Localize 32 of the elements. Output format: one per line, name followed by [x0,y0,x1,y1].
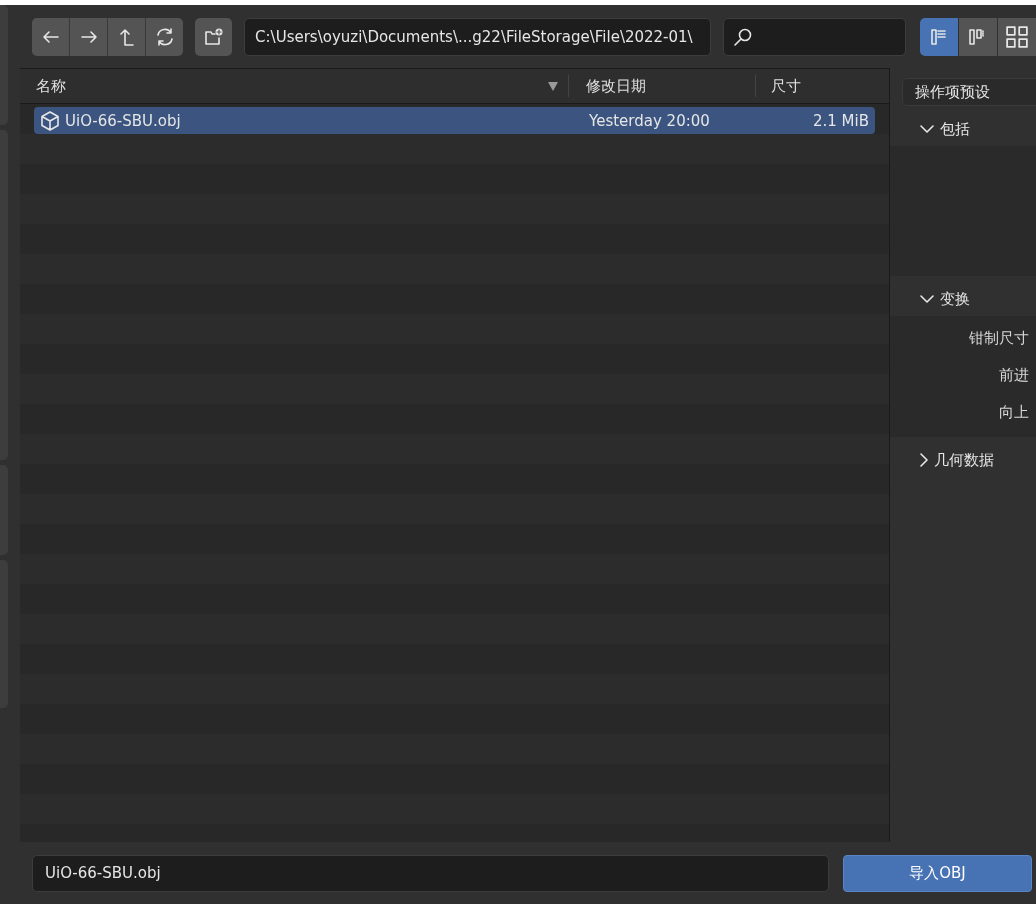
file-size: 2.1 MiB [811,111,869,130]
chevron-down-icon [920,295,934,303]
field-label: 钳制尺寸 [969,328,1030,349]
column-header[interactable]: 修改日期 [569,76,755,96]
chevron-right-icon [920,453,928,467]
refresh-button[interactable] [146,17,184,56]
file-row[interactable]: UiO-66-SBU.obj Yesterday 20:00 2.1 MiB [34,107,875,134]
forward-button[interactable] [70,17,108,56]
cube-icon [39,109,61,132]
section-title: 几何数据 [934,450,994,470]
path-field[interactable]: C:\Users\oyuzi\Documents\...g22\FileStorage\File\2022-01\ [244,17,711,56]
section-title: 包括 [940,119,970,139]
parent-folder-button[interactable] [108,17,146,56]
import-button[interactable]: 导入OBJ [843,854,1032,892]
column-header[interactable]: 名称 [20,76,548,96]
back-button[interactable] [32,17,69,56]
file-name: UiO-66-SBU.obj [65,111,181,130]
view-mode-button[interactable] [998,17,1036,56]
view-mode-button[interactable] [959,17,997,56]
filename-field[interactable]: UiO-66-SBU.obj [32,854,829,892]
file-date: Yesterday 20:00 [588,111,711,130]
section-title: 变换 [940,289,970,309]
chevron-down-icon [920,125,934,133]
column-header[interactable]: 尺寸 [756,76,801,96]
search-field[interactable] [722,17,906,56]
view-mode-button[interactable] [920,17,958,56]
preset-dropdown[interactable]: 操作项预设 [902,78,1036,106]
field-label: 前进 [999,365,1030,386]
sort-icon[interactable] [548,81,558,91]
new-folder-button[interactable] [195,17,233,56]
grid-view-icon [1006,25,1028,48]
field-label: 向上 [999,402,1030,423]
